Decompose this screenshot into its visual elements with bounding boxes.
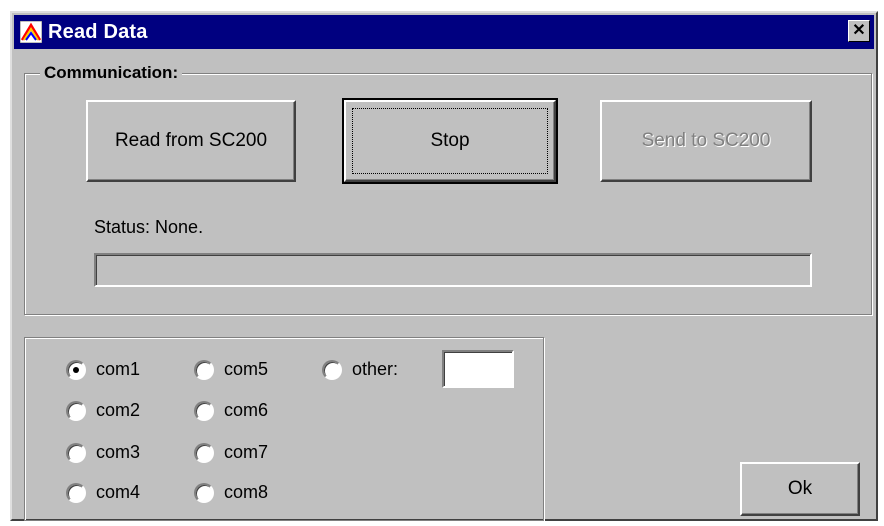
radio-label-com3: com3 xyxy=(96,442,141,462)
radio-label-com5: com5 xyxy=(224,359,269,379)
radio-com8[interactable]: com8 xyxy=(194,482,268,503)
radio-label-com4: com4 xyxy=(96,482,141,502)
radio-dot xyxy=(73,366,79,373)
radio-com2[interactable]: com2 xyxy=(66,400,140,421)
radio-label-other: other: xyxy=(352,359,399,379)
radio-label-com6: com6 xyxy=(224,400,269,420)
read-from-sc200-button[interactable]: Read from SC200 xyxy=(86,100,296,182)
radio-circle xyxy=(66,400,86,421)
radio-com6[interactable]: com6 xyxy=(194,400,268,421)
radio-circle xyxy=(66,482,86,503)
radio-circle xyxy=(194,400,214,421)
ok-button[interactable]: Ok xyxy=(740,462,860,516)
chart-peak-icon xyxy=(19,20,43,44)
radio-label-com1: com1 xyxy=(96,359,141,379)
send-to-sc200-button[interactable]: Send to SC200 xyxy=(600,100,812,182)
radio-com3[interactable]: com3 xyxy=(66,442,140,463)
read-data-dialog: Read Data ✕ Communication: Read from SC2… xyxy=(10,11,878,521)
radio-label-com7: com7 xyxy=(224,442,269,462)
radio-circle xyxy=(322,359,342,380)
close-button[interactable]: ✕ xyxy=(848,20,870,42)
other-port-input[interactable] xyxy=(442,350,514,388)
close-icon: ✕ xyxy=(852,22,866,39)
radio-com5[interactable]: com5 xyxy=(194,359,268,380)
status-text: Status: None. xyxy=(94,217,204,237)
radio-circle xyxy=(194,442,214,463)
progress-bar xyxy=(94,253,812,287)
radio-com7[interactable]: com7 xyxy=(194,442,268,463)
radio-com1[interactable]: com1 xyxy=(66,359,140,380)
progress-track xyxy=(96,255,810,285)
radio-other[interactable]: other: xyxy=(322,359,398,380)
radio-label-com8: com8 xyxy=(224,482,269,502)
radio-com4[interactable]: com4 xyxy=(66,482,140,503)
window-title: Read Data xyxy=(48,21,148,43)
stop-button[interactable]: Stop xyxy=(342,98,558,184)
radio-circle xyxy=(194,482,214,503)
title-bar[interactable]: Read Data ✕ xyxy=(14,15,874,49)
radio-circle xyxy=(66,359,86,380)
radio-circle xyxy=(194,359,214,380)
radio-label-com2: com2 xyxy=(96,400,141,420)
radio-circle xyxy=(66,442,86,463)
focus-rectangle xyxy=(352,108,548,174)
communication-group-label: Communication: xyxy=(40,63,183,83)
